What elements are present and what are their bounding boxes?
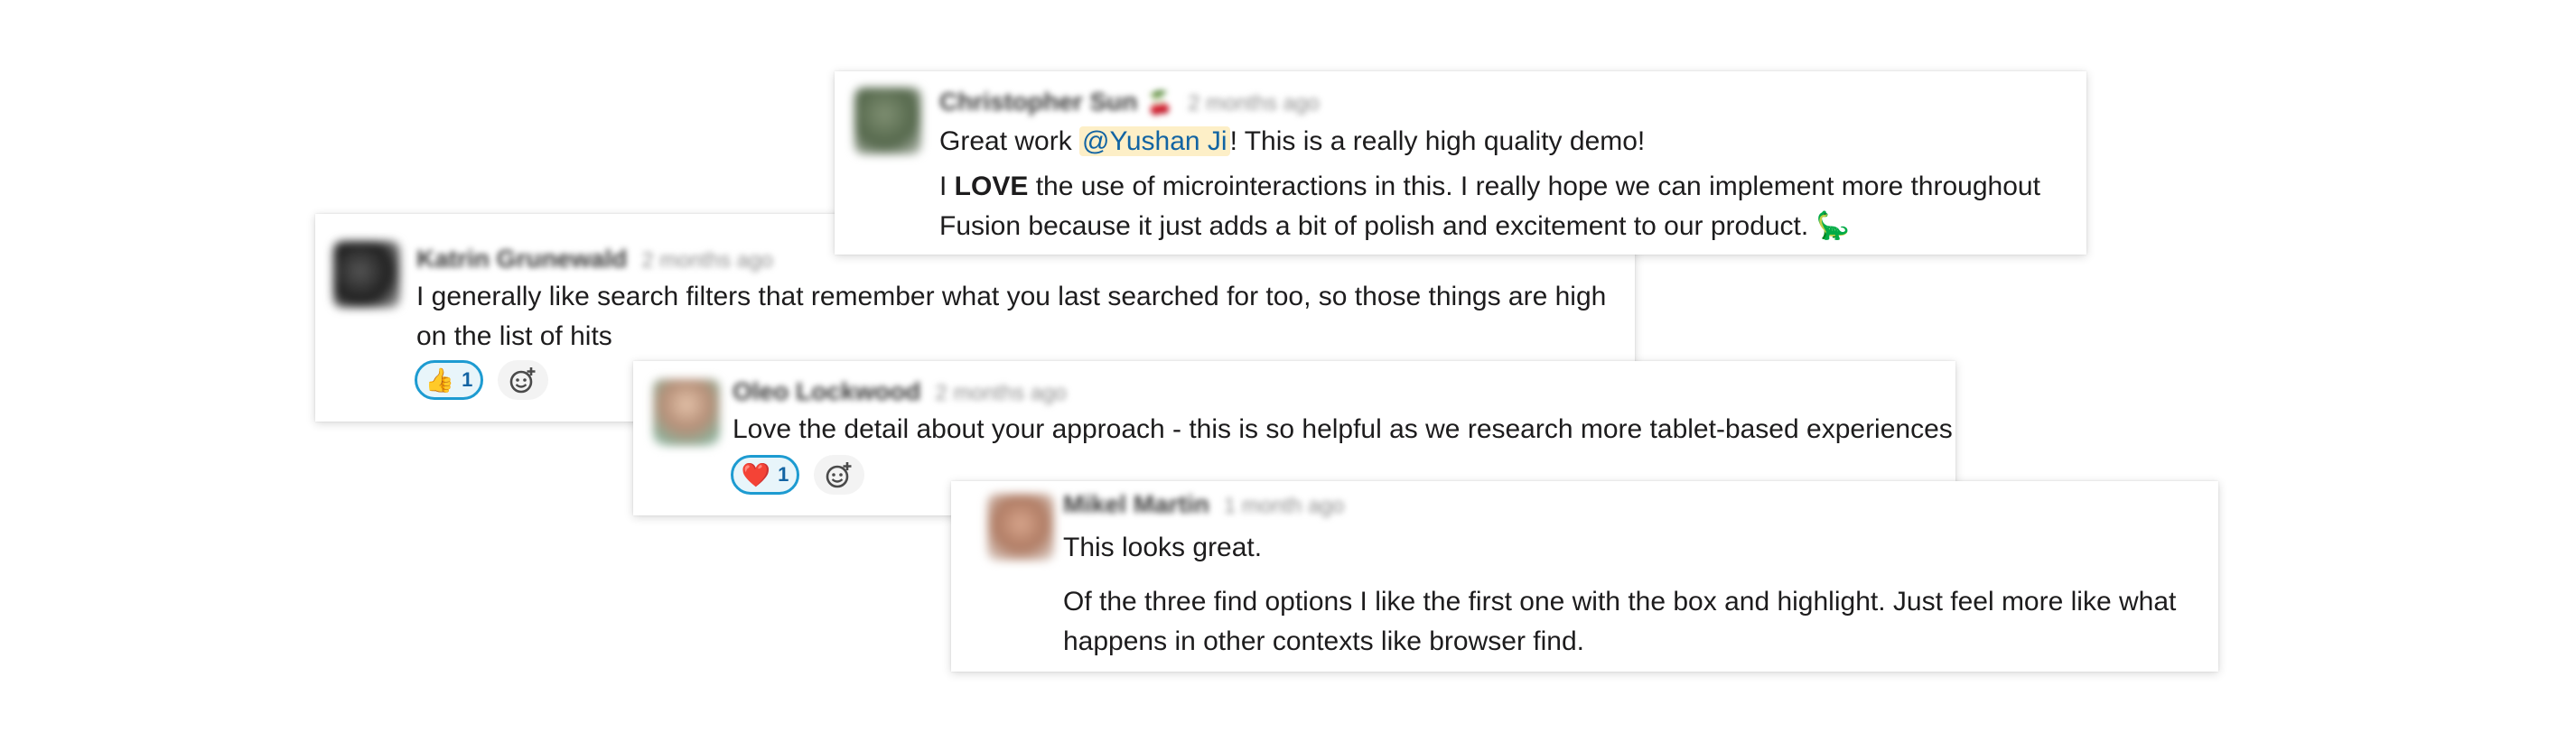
- comment-text-line: Love the detail about your approach - th…: [733, 414, 1953, 444]
- heart-icon: ❤️: [741, 461, 771, 488]
- comment-text-line: Great work @Yushan Ji! This is a really …: [939, 122, 1645, 162]
- thumbs-up-icon: 👍: [425, 366, 455, 394]
- text-segment: the use of microinteractions in this. I …: [1028, 172, 2040, 201]
- avatar[interactable]: [333, 241, 400, 308]
- text-segment: I: [939, 172, 955, 201]
- comment-text-line: on the list of hits: [416, 321, 612, 351]
- comment-text-line: I LOVE the use of microinteractions in t…: [939, 167, 2040, 207]
- reaction-thumbs-up[interactable]: 👍 1: [415, 360, 483, 400]
- add-reaction-button[interactable]: [498, 360, 548, 400]
- text-segment: ! This is a really high quality demo!: [1229, 126, 1646, 156]
- add-reaction-button[interactable]: [814, 455, 864, 495]
- avatar[interactable]: [854, 88, 921, 154]
- comment-text-line: I generally like search filters that rem…: [416, 282, 1607, 311]
- add-emoji-icon: [509, 367, 536, 394]
- comment-meta: Christopher Sun 🍒 2 months ago: [939, 88, 1320, 116]
- add-emoji-icon: [826, 462, 852, 488]
- comment-meta: Oleo Lockwood 2 months ago: [733, 377, 1067, 406]
- comment-text-line: happens in other contexts like browser f…: [1063, 626, 1584, 656]
- comment-card-christopher: Christopher Sun 🍒 2 months ago Great work …: [835, 71, 2086, 255]
- author-name[interactable]: Christopher Sun: [939, 88, 1137, 116]
- timestamp[interactable]: 1 month ago: [1224, 494, 1344, 518]
- text-segment: Great work: [939, 126, 1080, 156]
- comment-meta: Mikel Martin 1 month ago: [1063, 490, 1344, 519]
- author-name[interactable]: Oleo Lockwood: [733, 377, 920, 405]
- dinosaur-emoji: 🦕: [1815, 211, 1850, 241]
- reaction-heart[interactable]: ❤️ 1: [731, 455, 799, 495]
- user-mention[interactable]: @Yushan Ji: [1079, 126, 1230, 156]
- timestamp[interactable]: 2 months ago: [935, 381, 1066, 405]
- comment-meta: Katrin Grunewald 2 months ago: [416, 245, 773, 274]
- status-emoji: 🍒: [1146, 91, 1174, 116]
- comment-text-line: Fusion because it just adds a bit of pol…: [939, 207, 1850, 246]
- reaction-count: 1: [462, 368, 473, 391]
- author-name[interactable]: Katrin Grunewald: [416, 245, 627, 273]
- text-segment: Fusion because it just adds a bit of pol…: [939, 211, 1809, 241]
- timestamp[interactable]: 2 months ago: [641, 248, 772, 273]
- timestamp[interactable]: 2 months ago: [1188, 91, 1319, 116]
- comment-card-mikel: Mikel Martin 1 month ago This looks great…: [951, 481, 2218, 672]
- reaction-count: 1: [778, 463, 789, 486]
- author-name[interactable]: Mikel Martin: [1063, 490, 1209, 518]
- comment-text-line: Of the three find options I like the fir…: [1063, 587, 2177, 617]
- avatar[interactable]: [987, 494, 1054, 561]
- bold-text: LOVE: [954, 172, 1029, 201]
- avatar[interactable]: [653, 379, 720, 446]
- comment-text-line: This looks great.: [1063, 533, 1263, 562]
